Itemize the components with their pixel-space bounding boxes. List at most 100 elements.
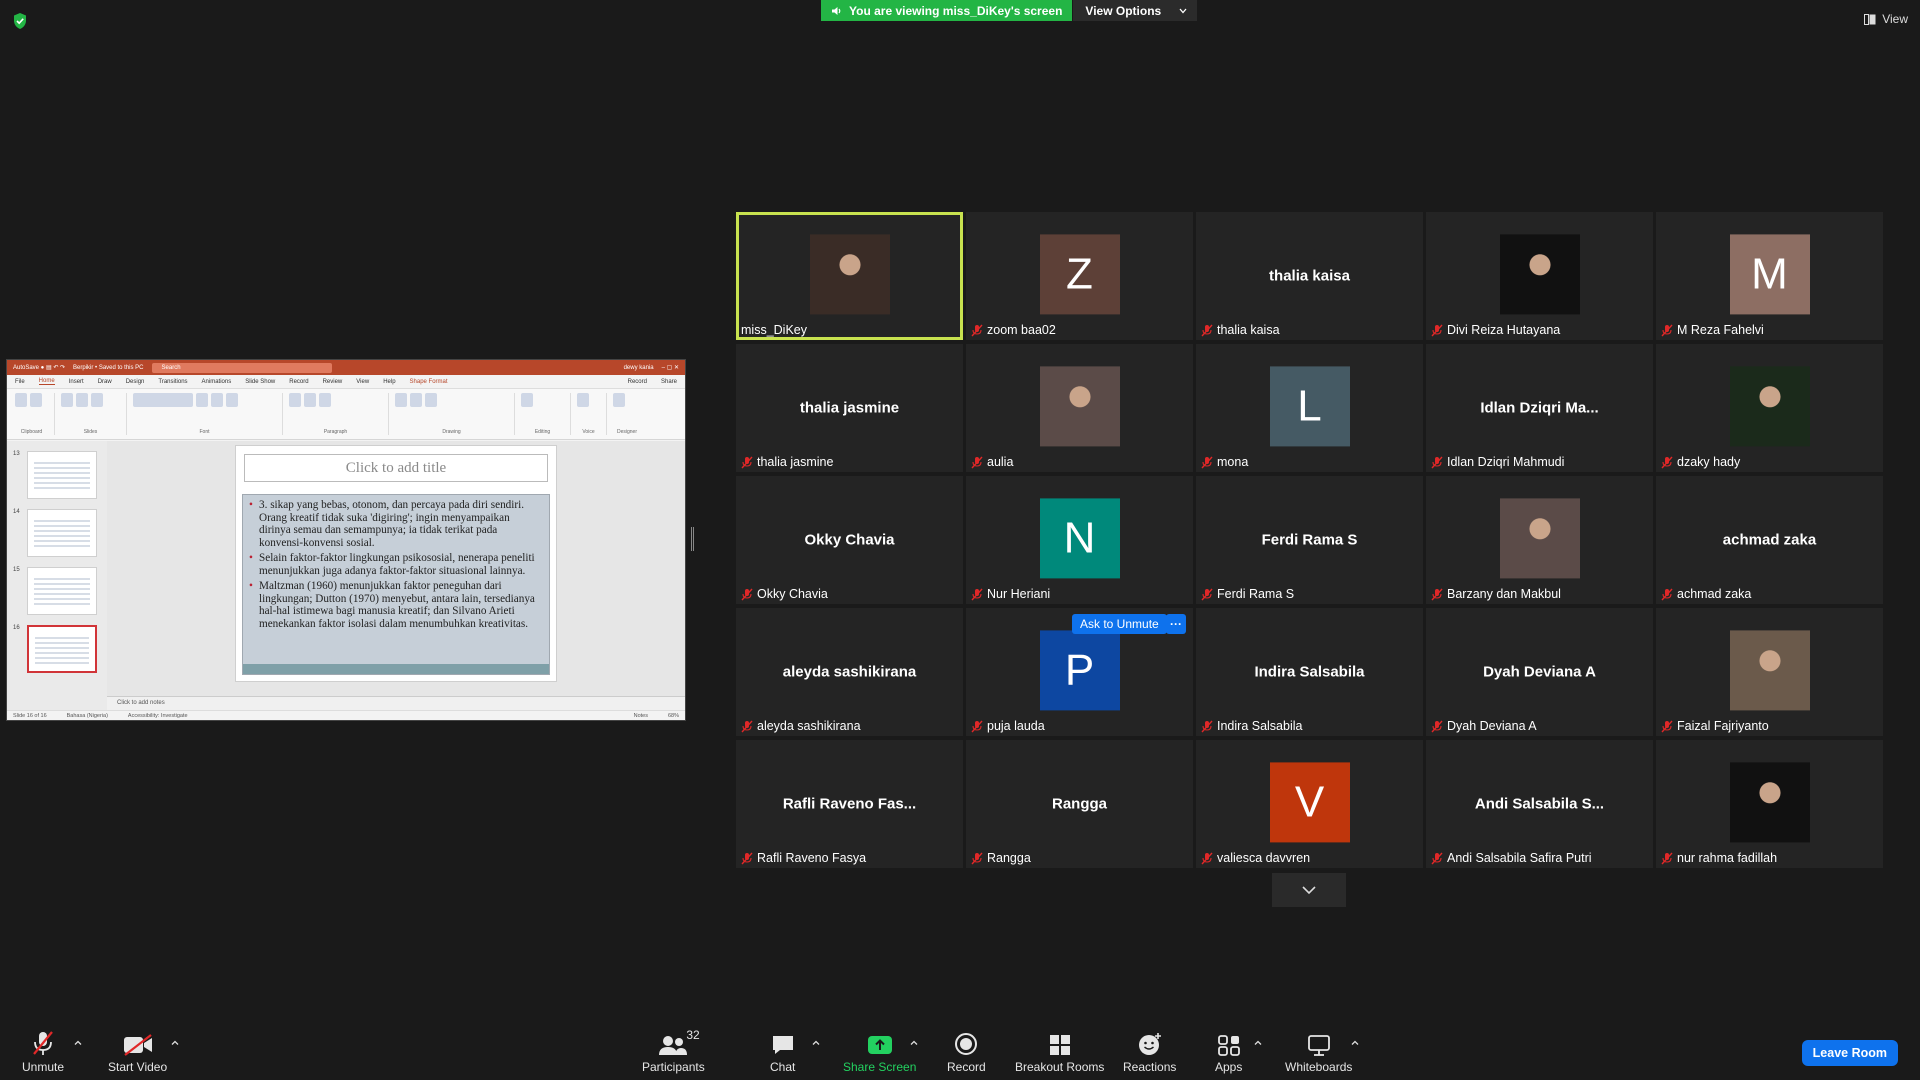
split-drag-handle[interactable] — [691, 527, 694, 551]
find-icon[interactable] — [521, 393, 533, 407]
slide-thumb[interactable]: 14 — [13, 509, 103, 557]
leave-room-button[interactable]: Leave Room — [1801, 1040, 1898, 1066]
view-options-button[interactable]: View Options — [1072, 0, 1198, 21]
ppt-tab-shape-format[interactable]: Shape Format — [410, 379, 448, 385]
video-options-caret-icon[interactable] — [170, 1038, 180, 1048]
breakout-rooms-button[interactable]: Breakout Rooms — [1015, 1030, 1104, 1074]
participant-tile[interactable]: Vvaliesca davvren — [1196, 740, 1423, 868]
slide-thumb-selected[interactable]: 16 — [13, 625, 103, 673]
whiteboard-options-caret-icon[interactable] — [1350, 1038, 1360, 1048]
participants-count: 32 — [686, 1028, 700, 1042]
participant-name: mona — [1217, 455, 1249, 469]
more-options-button[interactable]: ··· — [1166, 614, 1186, 634]
shapes-icon[interactable] — [395, 393, 407, 407]
italic-icon[interactable] — [226, 393, 238, 407]
audio-options-caret-icon[interactable] — [73, 1038, 83, 1048]
whiteboards-label: Whiteboards — [1285, 1060, 1353, 1074]
participant-tile[interactable]: M M Reza Fahelvi — [1656, 212, 1883, 340]
font-family-select[interactable] — [133, 393, 193, 407]
participant-tile[interactable]: Idlan Dziqri Ma... Idlan Dziqri Mahmudi — [1426, 344, 1653, 472]
status-accessibility[interactable]: Accessibility: Investigate — [128, 713, 188, 719]
designer-icon[interactable] — [613, 393, 625, 407]
numbering-icon[interactable] — [304, 393, 316, 407]
whiteboards-button[interactable]: Whiteboards — [1285, 1030, 1352, 1074]
ppt-tab-record[interactable]: Record — [289, 379, 308, 385]
align-icon[interactable] — [319, 393, 331, 407]
participant-tile[interactable]: dzaky hady — [1656, 344, 1883, 472]
ppt-tab-draw[interactable]: Draw — [98, 379, 112, 385]
ppt-tab-transitions[interactable]: Transitions — [158, 379, 187, 385]
share-options-caret-icon[interactable] — [909, 1038, 919, 1048]
participant-tile[interactable]: thalia kaisa thalia kaisa — [1196, 212, 1423, 340]
bold-icon[interactable] — [211, 393, 223, 407]
muted-mic-icon — [971, 324, 983, 336]
participant-tile[interactable]: Lmona — [1196, 344, 1423, 472]
ppt-tab-home[interactable]: Home — [38, 378, 55, 385]
ppt-tab-file[interactable]: File — [15, 379, 25, 385]
slide-title-placeholder[interactable]: Click to add title — [244, 454, 548, 482]
ppt-tab-insert[interactable]: Insert — [69, 379, 84, 385]
participant-tile[interactable]: Andi Salsabila S... Andi Salsabila Safira… — [1426, 740, 1653, 868]
ppt-tab-slideshow[interactable]: Slide Show — [245, 379, 275, 385]
paste-icon[interactable] — [15, 393, 27, 407]
participant-tile[interactable]: Rangga Rangga — [966, 740, 1193, 868]
new-slide-icon[interactable] — [61, 393, 73, 407]
unmute-button[interactable]: Unmute — [22, 1030, 64, 1074]
participant-tile[interactable]: Rafli Raveno Fas... Rafli Raveno Fasya — [736, 740, 963, 868]
participant-tile[interactable]: Indira Salsabila Indira Salsabila — [1196, 608, 1423, 736]
participant-tile[interactable]: Zzoom baa02 — [966, 212, 1193, 340]
encryption-shield-icon[interactable] — [12, 12, 28, 30]
participant-tile[interactable]: Faizal Fajriyanto — [1656, 608, 1883, 736]
gallery-next-page-button[interactable] — [1272, 873, 1346, 907]
participant-tile[interactable]: thalia jasmine thalia jasmine — [736, 344, 963, 472]
participant-tile[interactable]: Divi Reiza Hutayana — [1426, 212, 1653, 340]
reuse-slides-icon[interactable] — [76, 393, 88, 407]
slide-thumb[interactable]: 15 — [13, 567, 103, 615]
ppt-record-button[interactable]: Record — [628, 379, 647, 385]
dictate-icon[interactable] — [577, 393, 589, 407]
cut-icon[interactable] — [30, 393, 42, 407]
slide-canvas[interactable]: Click to add title 3. sikap yang bebas, … — [235, 445, 557, 682]
apps-button[interactable]: Apps — [1215, 1030, 1242, 1074]
participant-tile[interactable]: Dyah Deviana A Dyah Deviana A — [1426, 608, 1653, 736]
start-video-button[interactable]: Start Video — [108, 1030, 167, 1074]
layout-icon[interactable] — [91, 393, 103, 407]
apps-options-caret-icon[interactable] — [1253, 1038, 1263, 1048]
participant-tile[interactable]: Ferdi Rama S Ferdi Rama S — [1196, 476, 1423, 604]
arrange-icon[interactable] — [410, 393, 422, 407]
ppt-share-button[interactable]: Share — [661, 379, 677, 385]
ppt-tab-help[interactable]: Help — [383, 379, 395, 385]
status-notes[interactable]: Notes — [634, 713, 648, 719]
chat-options-caret-icon[interactable] — [811, 1038, 821, 1048]
participant-tile[interactable]: aulia — [966, 344, 1193, 472]
reactions-button[interactable]: Reactions — [1123, 1030, 1176, 1074]
notes-pane[interactable]: Click to add notes — [107, 696, 685, 710]
participant-tile[interactable]: miss_DiKey — [736, 212, 963, 340]
view-layout-button[interactable]: View — [1864, 12, 1908, 26]
ppt-tab-design[interactable]: Design — [126, 379, 145, 385]
participant-tile[interactable]: achmad zaka achmad zaka — [1656, 476, 1883, 604]
status-zoom[interactable]: 68% — [668, 713, 679, 719]
participant-tile[interactable]: nur rahma fadillah — [1656, 740, 1883, 868]
ppt-tab-review[interactable]: Review — [323, 379, 343, 385]
ppt-search[interactable]: Search — [151, 362, 332, 373]
shared-screen[interactable]: AutoSave ● ▤ ↶ ↷ Berpikir • Saved to thi… — [6, 359, 686, 721]
slide-text-box[interactable]: 3. sikap yang bebas, otonom, dan percaya… — [242, 494, 550, 675]
speaker-icon — [832, 6, 841, 15]
participant-tile[interactable]: N Nur Heriani — [966, 476, 1193, 604]
participant-tile[interactable]: aleyda sashikirana aleyda sashikirana — [736, 608, 963, 736]
ribbon-label: Paragraph — [323, 429, 348, 435]
ppt-tab-animations[interactable]: Animations — [202, 379, 232, 385]
quick-styles-icon[interactable] — [425, 393, 437, 407]
ppt-tab-view[interactable]: View — [356, 379, 369, 385]
share-screen-button[interactable]: Share Screen — [843, 1030, 916, 1074]
ask-to-unmute-button[interactable]: Ask to Unmute — [1072, 614, 1167, 634]
bullets-icon[interactable] — [289, 393, 301, 407]
slide-thumb[interactable]: 13 — [13, 451, 103, 499]
record-button[interactable]: Record — [947, 1030, 986, 1074]
participant-tile[interactable]: Barzany dan Makbul — [1426, 476, 1653, 604]
chat-button[interactable]: Chat — [770, 1030, 795, 1074]
participant-tile[interactable]: Okky Chavia Okky Chavia — [736, 476, 963, 604]
participants-button[interactable]: 32 Participants — [642, 1028, 705, 1074]
font-size-select[interactable] — [196, 393, 208, 407]
